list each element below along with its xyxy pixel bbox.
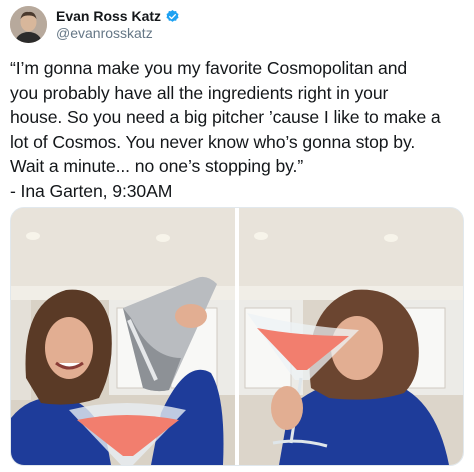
- photo-drinking-cosmo-image: [239, 208, 463, 465]
- photo-pouring-shaker-image: [11, 208, 235, 465]
- tweet-line: you probably have all the ingredients ri…: [10, 82, 389, 103]
- verified-badge-icon: [166, 9, 179, 22]
- photo-pouring-shaker[interactable]: [11, 208, 235, 465]
- author-handle[interactable]: @evanrosskatz: [56, 25, 153, 41]
- tweet-line: lot of Cosmos. You never know who’s gonn…: [10, 131, 416, 152]
- tweet-media-grid: [10, 207, 464, 466]
- avatar-image: [10, 6, 47, 43]
- tweet-text: “I’m gonna make you my favorite Cosmopol…: [10, 56, 468, 203]
- photo-drinking-cosmo[interactable]: [239, 208, 463, 465]
- tweet-line: “I’m gonna make you my favorite Cosmopol…: [10, 58, 408, 78]
- avatar[interactable]: [10, 6, 47, 43]
- tweet-line: Wait a minute... no one’s stopping by.”: [10, 156, 304, 176]
- tweet-line: - Ina Garten, 9:30AM: [10, 180, 173, 201]
- tweet-line: house. So you need a big pitcher ’cause …: [10, 107, 441, 127]
- author-display-name[interactable]: Evan Ross Katz: [56, 8, 161, 24]
- author-display-name-row[interactable]: Evan Ross Katz: [56, 8, 180, 24]
